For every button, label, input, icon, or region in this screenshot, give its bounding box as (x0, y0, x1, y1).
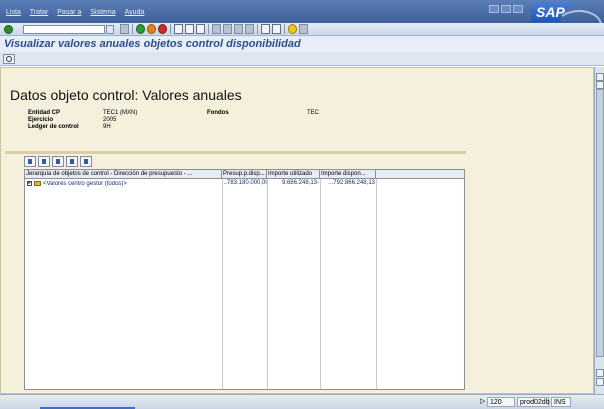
hierarchy-grid: Jerarquía de objetos de control - Direcc… (24, 169, 465, 390)
close-icon[interactable] (513, 5, 523, 13)
grid-body: ▸ <Valores centro gestor (todos)> ...783… (25, 179, 464, 389)
menu-bar: Lista Tratar Pasar a Sistema Ayuda SAP (0, 0, 604, 40)
vertical-scrollbar[interactable] (594, 67, 604, 394)
ejercicio-value: 2005 (103, 117, 117, 123)
next-page-icon[interactable] (234, 24, 243, 34)
layout-icon[interactable] (80, 156, 92, 167)
ledger-value: 9H (103, 124, 111, 130)
new-session-icon[interactable] (261, 24, 270, 34)
minimize-icon[interactable] (489, 5, 499, 13)
ejercicio-label: Ejercicio (28, 117, 54, 123)
print-preview-icon[interactable] (66, 156, 78, 167)
find-icon[interactable] (52, 156, 64, 167)
title-bar: Visualizar valores anuales objetos contr… (0, 36, 604, 52)
display-details-button[interactable] (3, 54, 15, 64)
column-header-hierarchy[interactable]: Jerarquía de objetos de control - Direcc… (25, 170, 222, 178)
menu-tratar[interactable]: Tratar (30, 9, 48, 16)
save-icon[interactable] (120, 24, 129, 34)
header-fields: Entidad CP TEC1 (MXN) Fondos TEC Ejercic… (28, 110, 411, 131)
status-mode: INS (551, 397, 571, 407)
exit-icon[interactable] (147, 24, 156, 34)
find-next-icon[interactable] (196, 24, 205, 34)
menu-items: Lista Tratar Pasar a Sistema Ayuda (6, 9, 144, 16)
scroll-down-icon[interactable] (596, 378, 604, 386)
cell-presup: ...783.180.000,00 (222, 180, 267, 186)
menu-lista[interactable]: Lista (6, 9, 21, 16)
cancel-icon[interactable] (158, 24, 167, 34)
status-client[interactable]: 120 (487, 397, 515, 407)
screen-title: Visualizar valores anuales objetos contr… (4, 38, 301, 50)
enter-icon[interactable] (4, 25, 13, 34)
fondos-label: Fondos (207, 110, 229, 116)
scroll-up-icon[interactable] (596, 73, 604, 81)
cell-utilizado: 9.686.248,13- (281, 180, 319, 186)
print-icon[interactable] (174, 24, 183, 34)
magnifier-icon (6, 56, 12, 62)
section-divider (5, 151, 466, 154)
menu-ayuda[interactable]: Ayuda (125, 9, 145, 16)
status-triangle-icon[interactable]: ▷ (478, 397, 486, 407)
toolbar-icons (120, 24, 308, 34)
shortcut-icon[interactable] (272, 24, 281, 34)
cell-disponible: ...792.866.248,13 (328, 180, 375, 186)
find-icon[interactable] (185, 24, 194, 34)
scroll-page-down-icon[interactable] (596, 369, 604, 377)
back-icon[interactable] (136, 24, 145, 34)
status-server: prod02db (517, 397, 550, 407)
page-heading: Datos objeto control: Valores anuales (10, 87, 242, 103)
scroll-thumb[interactable] (596, 89, 604, 357)
scroll-page-up-icon[interactable] (596, 81, 604, 89)
expand-all-icon[interactable] (24, 156, 36, 167)
menu-pasar-a[interactable]: Pasar a (57, 9, 81, 16)
last-page-icon[interactable] (245, 24, 254, 34)
help-icon[interactable] (288, 24, 297, 34)
grid-header: Jerarquía de objetos de control - Direcc… (25, 170, 464, 179)
command-field[interactable] (23, 25, 105, 34)
folder-icon (34, 181, 41, 186)
entidad-label: Entidad CP (28, 110, 61, 116)
menu-sistema[interactable]: Sistema (90, 9, 115, 16)
column-header-disponible[interactable]: Importe dispon... (320, 170, 376, 178)
column-header-presup[interactable]: Presup.p.disp... (222, 170, 267, 178)
first-page-icon[interactable] (212, 24, 221, 34)
collapse-all-icon[interactable] (38, 156, 50, 167)
row-label: <Valores centro gestor (todos)> (43, 180, 127, 187)
work-area: Datos objeto control: Valores anuales En… (0, 67, 594, 394)
alv-toolbar (24, 156, 92, 168)
maximize-icon[interactable] (501, 5, 511, 13)
ledger-label: Ledger de control (28, 124, 79, 130)
layout-icon[interactable] (299, 24, 308, 34)
window-controls (489, 5, 523, 13)
standard-toolbar (0, 23, 604, 36)
status-bar: ▷ 120 prod02db INS (0, 394, 604, 409)
table-row[interactable]: ▸ <Valores centro gestor (todos)> ...783… (25, 179, 464, 188)
fondos-value: TEC (307, 110, 319, 116)
command-history-dropdown[interactable] (106, 25, 114, 34)
prev-page-icon[interactable] (223, 24, 232, 34)
column-header-utilizado[interactable]: Importe utilizado (267, 170, 320, 178)
application-toolbar (0, 52, 604, 66)
entidad-value: TEC1 (MXN) (103, 110, 138, 116)
expand-node-icon[interactable]: ▸ (27, 181, 32, 186)
